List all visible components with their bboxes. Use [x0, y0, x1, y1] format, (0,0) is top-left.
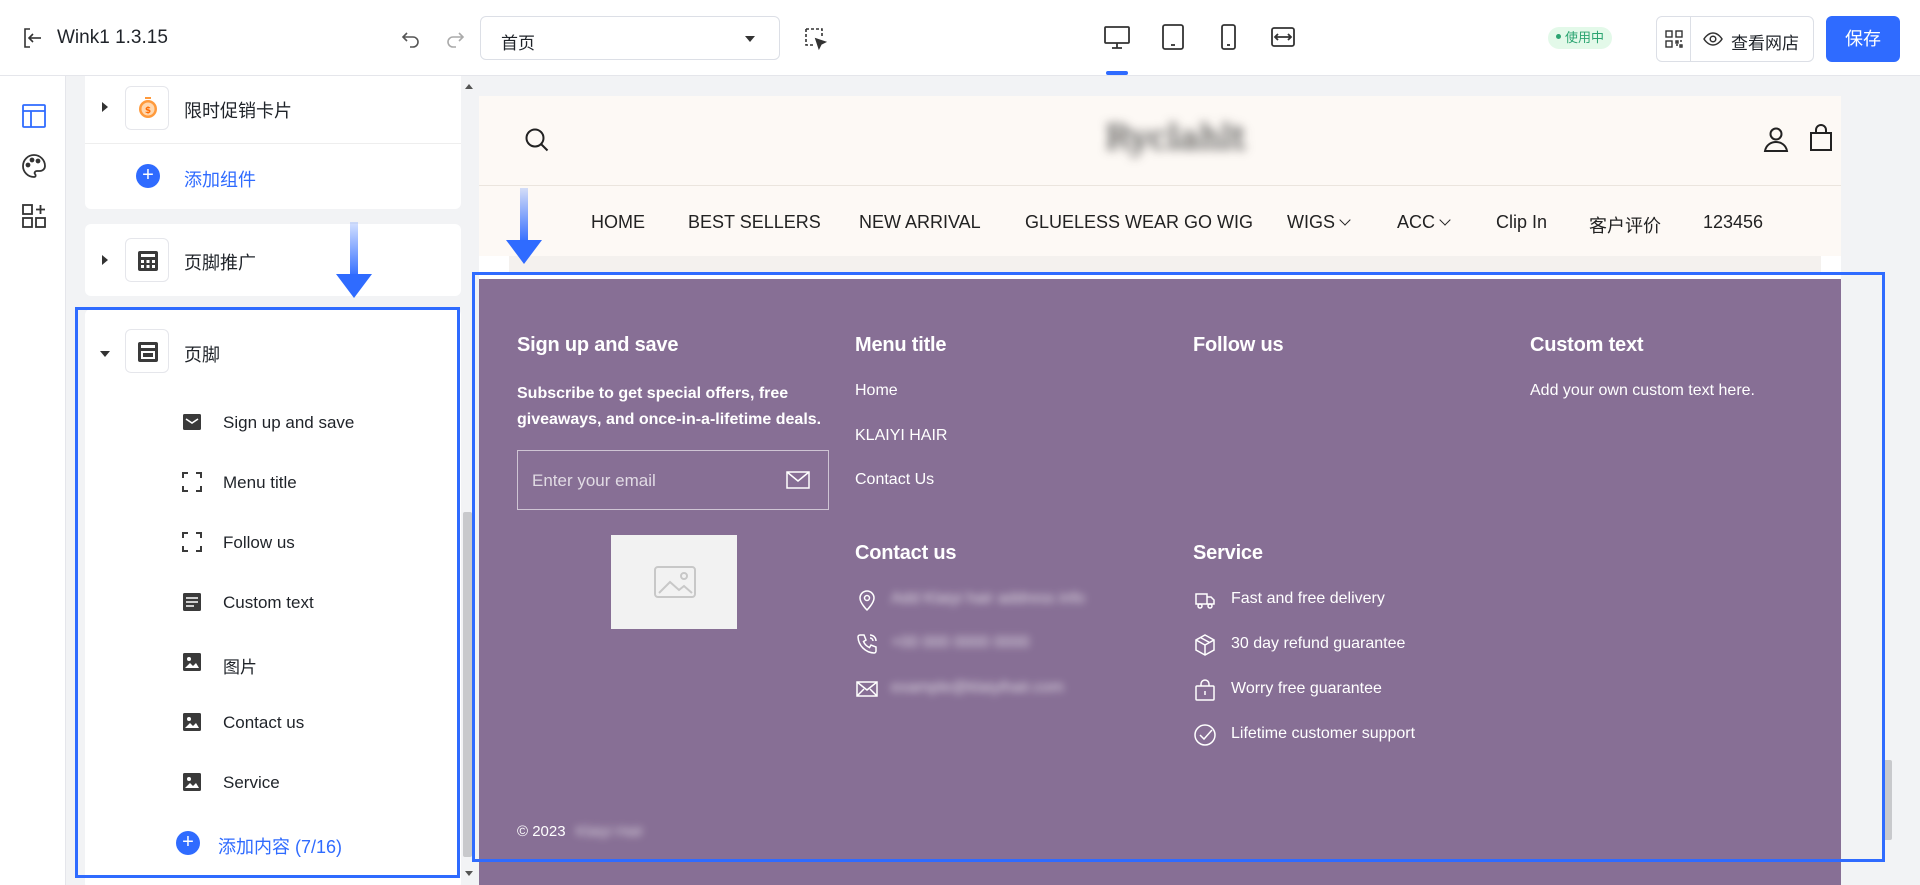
- caret-down-icon: [745, 36, 755, 42]
- account-icon[interactable]: [1763, 126, 1789, 152]
- nav-123456[interactable]: 123456: [1703, 212, 1763, 233]
- nav-acc[interactable]: ACC: [1397, 212, 1451, 233]
- section-divider: [509, 256, 1821, 272]
- qr-code-button[interactable]: [1657, 17, 1691, 61]
- nav-new-arrival[interactable]: NEW ARRIVAL: [859, 212, 981, 233]
- mobile-view-icon[interactable]: [1213, 22, 1243, 52]
- chevron-down-icon: [1439, 214, 1451, 226]
- qr-code-icon: [1665, 30, 1683, 48]
- arrow-down-icon: [336, 222, 372, 298]
- section-icon-box: [125, 238, 169, 282]
- footer-promo-section: 页脚推广: [85, 224, 461, 296]
- nav-reviews[interactable]: 客户评价: [1589, 212, 1661, 238]
- svg-text:$: $: [145, 106, 151, 116]
- section-icon-box: $: [125, 86, 169, 130]
- view-store-button[interactable]: 查看网店: [1691, 17, 1813, 61]
- theme-palette-icon[interactable]: [20, 152, 48, 180]
- selected-section-highlight: [75, 307, 460, 878]
- apps-icon[interactable]: [20, 202, 48, 230]
- top-toolbar: Wink1 1.3.15 首页 使用中 查看网店 保存: [0, 0, 1920, 76]
- expand-arrow-icon[interactable]: [102, 102, 108, 112]
- redo-icon[interactable]: [443, 26, 467, 50]
- nav-wigs[interactable]: WIGS: [1287, 212, 1351, 233]
- expand-arrow-icon[interactable]: [102, 255, 108, 265]
- section-label[interactable]: 限时促销卡片: [184, 97, 292, 123]
- store-header: Ryclahlt: [479, 96, 1841, 186]
- app-title: Wink1 1.3.15: [57, 27, 168, 48]
- status-badge: 使用中: [1548, 27, 1613, 49]
- add-component-link[interactable]: 添加组件: [184, 166, 256, 192]
- panel-scroll-thumb[interactable]: [463, 512, 472, 857]
- eye-icon: [1703, 32, 1723, 46]
- exit-icon[interactable]: [20, 26, 44, 50]
- view-store-label: 查看网店: [1731, 34, 1799, 53]
- main-nav: HOME BEST SELLERS NEW ARRIVAL GLUELESS W…: [479, 186, 1841, 256]
- page-select-value: 首页: [501, 34, 535, 53]
- left-rail: [0, 76, 66, 885]
- store-logo[interactable]: Ryclahlt: [1105, 118, 1246, 158]
- nav-glueless[interactable]: GLUELESS WEAR GO WIG: [1025, 212, 1253, 233]
- search-icon[interactable]: [523, 126, 551, 154]
- save-button[interactable]: 保存: [1826, 16, 1900, 62]
- active-device-indicator: [1106, 71, 1128, 75]
- footer-layout-icon: [138, 251, 158, 271]
- selected-footer-highlight: [472, 272, 1885, 862]
- arrow-down-icon: [506, 188, 542, 264]
- cart-bag-icon[interactable]: [1809, 124, 1833, 152]
- nav-clip-in[interactable]: Clip In: [1496, 212, 1547, 233]
- tablet-view-icon[interactable]: [1158, 22, 1188, 52]
- element-picker-icon[interactable]: [803, 26, 829, 52]
- sections-icon[interactable]: [20, 102, 48, 130]
- fullscreen-icon[interactable]: [1268, 22, 1298, 52]
- flash-sale-card-section: $ 限时促销卡片 + 添加组件: [85, 76, 461, 209]
- desktop-view-icon[interactable]: [1102, 22, 1132, 52]
- coin-timer-icon: $: [139, 97, 157, 118]
- nav-home[interactable]: HOME: [591, 212, 645, 233]
- chevron-down-icon: [1339, 214, 1351, 226]
- add-component-icon[interactable]: +: [136, 164, 160, 188]
- page-select[interactable]: 首页: [480, 16, 780, 60]
- section-label[interactable]: 页脚推广: [184, 249, 256, 275]
- view-actions-group: 查看网店: [1656, 16, 1814, 62]
- nav-best-sellers[interactable]: BEST SELLERS: [688, 212, 821, 233]
- undo-icon[interactable]: [399, 26, 423, 50]
